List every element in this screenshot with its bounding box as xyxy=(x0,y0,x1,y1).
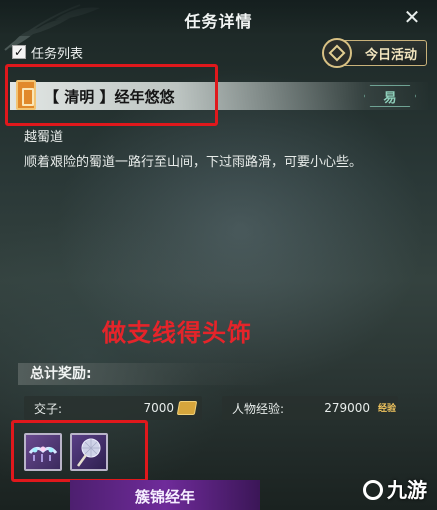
bottom-tab-label: 簇锦经年 xyxy=(134,488,195,506)
overlay-note: 做支线得头饰 xyxy=(102,319,252,347)
watermark-text: 九游 xyxy=(387,478,427,502)
diamond-emblem-icon xyxy=(322,38,352,68)
task-list-label: 任务列表 xyxy=(31,46,84,62)
exp-value: 279000 xyxy=(324,401,370,415)
title-bar: 任务详情 ✕ xyxy=(0,0,437,36)
quest-location: 越蜀道 xyxy=(24,130,64,145)
highlight-box-quest xyxy=(5,64,218,126)
reward-exp: 人物经验: 279000 经验 xyxy=(222,396,398,420)
bottom-tab[interactable]: 簇锦经年 xyxy=(70,480,260,510)
today-activity-button[interactable]: 今日活动 xyxy=(322,38,427,68)
exp-icon: 经验 xyxy=(377,404,396,414)
currency-label: 交子: xyxy=(34,401,63,416)
quest-description: 顺着艰险的蜀道一路行至山间，下过雨路滑，可要小心些。 xyxy=(24,155,363,170)
task-list-toggle[interactable]: ✓ 任务列表 xyxy=(12,43,84,62)
rewards-title: 总计奖励: xyxy=(18,363,278,385)
difficulty-badge: 易 xyxy=(364,85,416,107)
watermark-logo-icon xyxy=(363,480,383,500)
page-title: 任务详情 xyxy=(184,12,253,31)
currency-value: 7000 xyxy=(143,401,174,415)
reward-currency: 交子: 7000 xyxy=(24,396,202,420)
highlight-box-items xyxy=(11,420,148,482)
checkbox-icon[interactable]: ✓ xyxy=(12,45,26,59)
exp-label: 人物经验: xyxy=(232,401,285,416)
today-activity-label: 今日活动 xyxy=(364,47,417,63)
watermark: 九游 xyxy=(363,474,427,503)
coin-icon xyxy=(176,401,198,415)
close-icon[interactable]: ✕ xyxy=(401,6,423,28)
